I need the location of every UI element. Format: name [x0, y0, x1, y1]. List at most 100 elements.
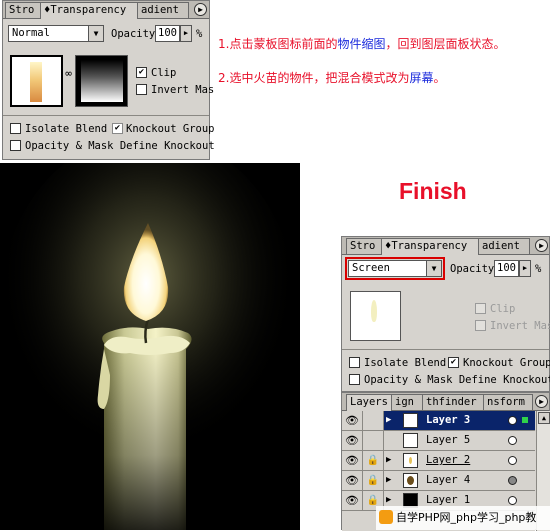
- layer-row[interactable]: 👁 🔒 ▶ Layer 2: [342, 451, 535, 471]
- layer-thumbnail: [403, 413, 418, 428]
- panel-menu-icon[interactable]: ▶: [194, 3, 207, 16]
- layer-row[interactable]: 👁 Layer 5: [342, 431, 535, 451]
- step-1-highlight: 物件缩图: [337, 37, 386, 51]
- finish-heading: Finish: [399, 178, 467, 204]
- transparency-panel-top: Stro ♦Transparency adient ▶ Normal ▼ Opa…: [2, 0, 215, 160]
- panel-menu-icon[interactable]: ▶: [535, 239, 548, 252]
- opacity-mask-knockout-checkbox[interactable]: [349, 374, 360, 385]
- divider: [342, 349, 549, 350]
- target-circle-icon[interactable]: [508, 476, 517, 485]
- lock-slot[interactable]: [363, 411, 384, 430]
- invert-mask-label: Invert Mas: [151, 84, 215, 96]
- blend-mode-value: Screen: [352, 262, 390, 274]
- clip-checkbox[interactable]: [475, 303, 486, 314]
- lock-icon[interactable]: 🔒: [363, 471, 384, 490]
- opacity-arrow-icon[interactable]: ▶: [519, 260, 531, 277]
- eye-icon[interactable]: 👁: [342, 411, 363, 430]
- invert-mask-label: Invert Mas: [490, 320, 550, 332]
- tab-stroke[interactable]: Stro: [346, 238, 382, 254]
- opacity-label: Opacity: [111, 28, 156, 40]
- opacity-mask-knockout-label: Opacity & Mask Define Knockout: [25, 140, 215, 152]
- percent-label: %: [535, 263, 542, 275]
- step-2-rest: 。: [433, 71, 446, 85]
- invert-mask-checkbox[interactable]: [136, 84, 147, 95]
- layer-thumbnail: [403, 433, 418, 448]
- tab-gradient[interactable]: adient: [478, 238, 530, 254]
- isolate-blend-checkbox[interactable]: [349, 357, 360, 368]
- object-thumbnail[interactable]: [350, 291, 401, 341]
- layer-name[interactable]: Layer 4: [426, 471, 470, 490]
- candle-illustration: [0, 163, 298, 530]
- isolate-blend-label: Isolate Blend: [364, 357, 447, 369]
- layer-row[interactable]: 👁 ▶ Layer 3: [342, 411, 535, 431]
- target-circle-icon[interactable]: [508, 456, 517, 465]
- flame-thumbnail-graphic: [371, 300, 377, 322]
- opacity-mask-knockout-checkbox[interactable]: [10, 140, 21, 151]
- isolate-blend-label: Isolate Blend: [25, 123, 108, 135]
- opacity-arrow-icon[interactable]: ▶: [180, 25, 192, 42]
- instruction-step-2: 2.选中火苗的物件，把混合模式改为屏幕。: [218, 69, 445, 86]
- tab-gradient[interactable]: adient: [137, 2, 189, 18]
- layer-thumbnail: [403, 453, 418, 468]
- step-2-highlight: 屏幕: [409, 71, 434, 85]
- scroll-up-icon[interactable]: ▲: [538, 412, 550, 424]
- knockout-group-checkbox[interactable]: ✔: [112, 123, 123, 134]
- divider: [3, 115, 209, 116]
- layers-tab-bar: Layers ign thfinder nsform ▶: [342, 393, 549, 411]
- isolate-blend-checkbox[interactable]: [10, 123, 21, 134]
- eye-icon[interactable]: 👁: [342, 491, 363, 510]
- tab-transparency[interactable]: ♦Transparency: [381, 238, 479, 255]
- target-circle-icon[interactable]: [508, 436, 517, 445]
- expand-triangle-icon[interactable]: ▶: [386, 411, 396, 430]
- opacity-label: Opacity: [450, 263, 495, 275]
- mask-thumbnail[interactable]: [75, 55, 128, 107]
- target-circle-icon[interactable]: [508, 416, 517, 425]
- blend-mode-select[interactable]: Screen ▼: [348, 260, 442, 277]
- link-chain-icon[interactable]: ∞: [64, 67, 73, 93]
- mask-gradient-graphic: [81, 60, 123, 102]
- instruction-step-1: 1.点击蒙板图标前面的物件缩图，回到图层面板状态。: [218, 35, 505, 52]
- blend-mode-select[interactable]: Normal ▼: [8, 25, 104, 42]
- candle-photo: [0, 163, 300, 530]
- layer-name[interactable]: Layer 5: [426, 431, 470, 450]
- knockout-group-label: Knockout Group: [463, 357, 550, 369]
- chevron-down-icon: ▼: [88, 26, 103, 41]
- object-thumbnail[interactable]: [10, 55, 63, 107]
- candle-thumbnail-graphic: [30, 62, 42, 102]
- layer-row[interactable]: 👁 🔒 ▶ Layer 4: [342, 471, 535, 491]
- flame-mini-graphic: [409, 457, 412, 464]
- blend-mode-value: Normal: [12, 27, 50, 39]
- eye-icon[interactable]: 👁: [342, 431, 363, 450]
- knockout-group-checkbox[interactable]: ✔: [448, 357, 459, 368]
- opacity-input[interactable]: 100: [155, 25, 180, 42]
- clip-label: Clip: [151, 67, 177, 79]
- clip-checkbox[interactable]: ✔: [136, 67, 147, 78]
- tab-align[interactable]: ign: [391, 394, 423, 410]
- tab-stroke[interactable]: Stro: [5, 2, 41, 18]
- layer-name[interactable]: Layer 2: [426, 451, 470, 470]
- expand-triangle-icon[interactable]: ▶: [386, 451, 396, 470]
- selected-square-icon: [522, 417, 528, 423]
- lock-slot[interactable]: [363, 431, 384, 450]
- layer-name[interactable]: Layer 3: [426, 411, 470, 430]
- lock-icon[interactable]: 🔒: [363, 451, 384, 470]
- invert-mask-checkbox[interactable]: [475, 320, 486, 331]
- target-circle-icon[interactable]: [508, 496, 517, 505]
- eye-icon[interactable]: 👁: [342, 471, 363, 490]
- panel-menu-icon[interactable]: ▶: [535, 395, 548, 408]
- expand-triangle-icon[interactable]: ▶: [386, 471, 396, 490]
- opacity-input[interactable]: 100: [494, 260, 519, 277]
- watermark-text: 自学PHP网_php学习_php教: [396, 511, 537, 524]
- tab-transform[interactable]: nsform: [483, 394, 533, 410]
- opacity-mask-knockout-label: Opacity & Mask Define Knockout: [364, 374, 550, 386]
- step-1-text: 1.点击蒙板图标前面的: [218, 37, 338, 51]
- percent-label: %: [196, 28, 203, 40]
- step-2-text: 2.选中火苗的物件，把混合模式改为: [218, 71, 410, 85]
- watermark-logo-icon: [379, 510, 393, 524]
- tab-layers[interactable]: Layers: [346, 394, 392, 411]
- tab-pathfinder[interactable]: thfinder: [422, 394, 484, 410]
- tab-transparency[interactable]: ♦Transparency: [40, 2, 138, 19]
- clip-label: Clip: [490, 303, 516, 315]
- panel-tab-bar: Stro ♦Transparency adient ▶: [3, 1, 209, 19]
- eye-icon[interactable]: 👁: [342, 451, 363, 470]
